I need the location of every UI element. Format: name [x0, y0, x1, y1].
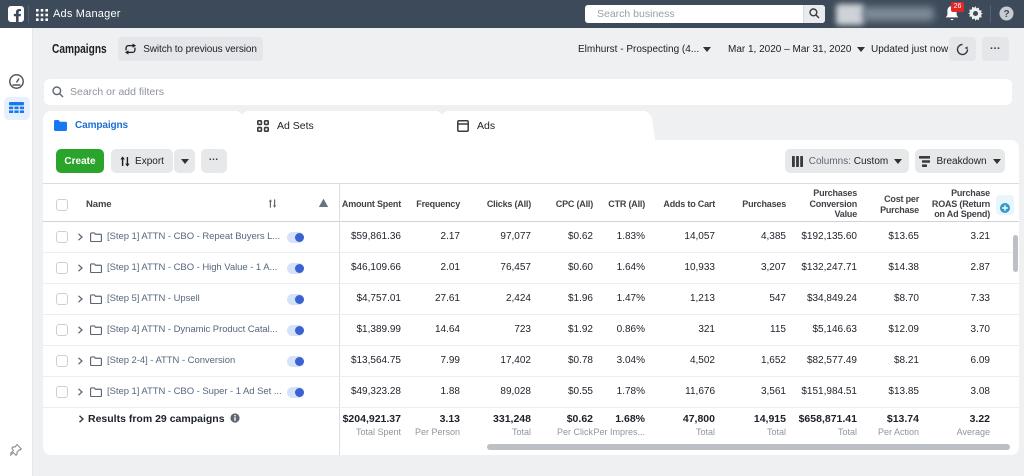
- svg-text:?: ?: [1003, 9, 1009, 20]
